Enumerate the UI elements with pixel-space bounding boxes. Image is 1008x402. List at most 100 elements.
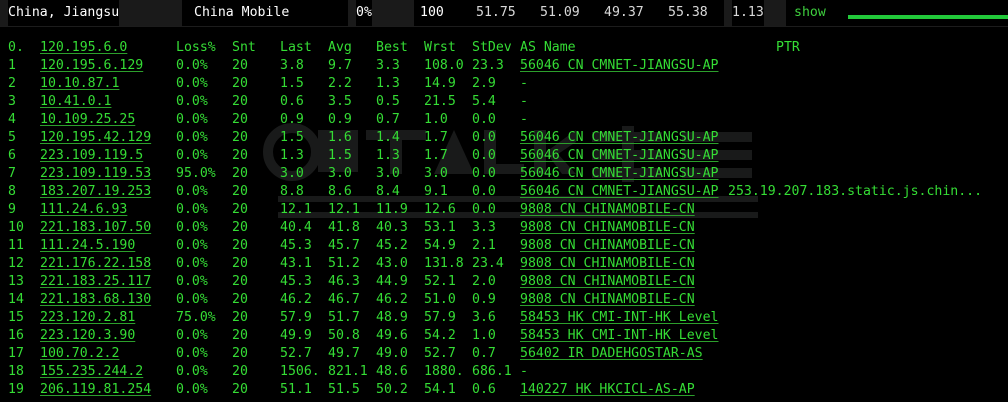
hop-host[interactable]: 155.235.244.2 (40, 363, 143, 381)
hop-wrst: 108.0 (424, 58, 464, 73)
hop-stdev: 0.9 (472, 292, 496, 307)
hop-ptr: 253.19.207.183.static.js.chin... (728, 184, 983, 199)
hop-host[interactable]: 221.183.25.117 (40, 273, 151, 291)
hop-index: 3 (8, 94, 16, 109)
hop-index: 17 (8, 346, 24, 361)
hop-host[interactable]: 100.70.2.2 (40, 345, 119, 363)
table-row: 13 221.183.25.117 0.0% 20 45.3 46.3 44.9 52.1 2.… (0, 273, 1008, 291)
hop-stdev: 3.3 (472, 220, 496, 235)
hop-avg: 9.7 (328, 58, 352, 73)
hop-as[interactable]: 9808 CN CHINAMOBILE-CN (520, 291, 695, 309)
worst-summary: 55.38 (668, 0, 708, 26)
summary-bar: China, Jiangsu China Mobile 0% 100 51.75… (0, 0, 1008, 26)
hop-as[interactable]: 56046 CN CMNET-JIANGSU-AP (520, 129, 719, 147)
stdev-summary: 1.13 (732, 0, 764, 26)
progress-bar (848, 15, 1008, 19)
location-label: China, Jiangsu (8, 0, 120, 26)
hop-snt: 20 (232, 148, 248, 163)
best-summary: 49.37 (604, 0, 644, 26)
hop-host[interactable]: 120.195.6.129 (40, 57, 143, 75)
hop-snt: 20 (232, 238, 248, 253)
hop-as[interactable]: 56402 IR DADEHGOSTAR-AS (520, 345, 703, 363)
hop-as[interactable]: 9808 CN CHINAMOBILE-CN (520, 237, 695, 255)
hop-last: 43.1 (280, 256, 312, 271)
hop-host[interactable]: 206.119.81.254 (40, 381, 151, 399)
hop-as[interactable]: 9808 CN CHINAMOBILE-CN (520, 201, 695, 219)
hop-snt: 20 (232, 166, 248, 181)
hop-stdev: 686.1 (472, 364, 512, 379)
hop-as[interactable]: 56046 CN CMNET-JIANGSU-AP (520, 183, 719, 201)
hop-avg: 12.1 (328, 202, 360, 217)
hop-host[interactable]: 10.41.0.1 (40, 93, 111, 111)
table-row: 6 223.109.119.5 0.0% 20 1.3 1.5 1.3 1.7 0.0 56046… (0, 147, 1008, 165)
hop-host[interactable]: 183.207.19.253 (40, 183, 151, 201)
hop-snt: 20 (232, 202, 248, 217)
hop-snt: 20 (232, 256, 248, 271)
hop-as[interactable]: 58453 HK CMI-INT-HK Level (520, 327, 719, 345)
hop-avg: 41.8 (328, 220, 360, 235)
hop-avg: 51.5 (328, 382, 360, 397)
hop-loss: 0.0% (176, 292, 208, 307)
hop-stdev: 2.0 (472, 274, 496, 289)
table-row: 10 221.183.107.50 0.0% 20 40.4 41.8 40.3 53.1 3.… (0, 219, 1008, 237)
hop-as[interactable]: 58453 HK CMI-INT-HK Level (520, 309, 719, 327)
show-link[interactable]: show (794, 0, 826, 26)
col-last-header: Last (280, 40, 312, 55)
hop-as[interactable]: 9808 CN CHINAMOBILE-CN (520, 255, 695, 273)
hop-host[interactable]: 223.109.119.5 (40, 147, 143, 165)
hop-host[interactable]: 221.183.107.50 (40, 219, 151, 237)
hop-as[interactable]: 56046 CN CMNET-JIANGSU-AP (520, 147, 719, 165)
column-header-row: 0. 120.195.6.0 Loss% Snt Last Avg Best W… (0, 39, 1008, 57)
hop-stdev: 3.6 (472, 310, 496, 325)
hop-loss: 0.0% (176, 112, 208, 127)
hop-stdev: 0.0 (472, 148, 496, 163)
hop-snt: 20 (232, 364, 248, 379)
divider (0, 26, 1008, 27)
col-host-header[interactable]: 120.195.6.0 (40, 39, 127, 57)
hop-as[interactable]: 56046 CN CMNET-JIANGSU-AP (520, 57, 719, 75)
table-row: 15 223.120.2.81 75.0% 20 57.9 51.7 48.9 57.9 3.6… (0, 309, 1008, 327)
hop-host[interactable]: 10.109.25.25 (40, 111, 135, 129)
hop-host[interactable]: 111.24.5.190 (40, 237, 135, 255)
hop-host[interactable]: 111.24.6.93 (40, 201, 127, 219)
hop-as[interactable]: 56046 CN CMNET-JIANGSU-AP (520, 165, 719, 183)
hop-wrst: 52.7 (424, 346, 456, 361)
hop-as[interactable]: 9808 CN CHINAMOBILE-CN (520, 219, 695, 237)
hop-wrst: 1.7 (424, 130, 448, 145)
hop-last: 51.1 (280, 382, 312, 397)
col-stdev-header: StDev (472, 40, 512, 55)
table-row: 3 10.41.0.1 0.0% 20 0.6 3.5 0.5 21.5 5.4 - (0, 93, 1008, 111)
hop-as[interactable]: 9808 CN CHINAMOBILE-CN (520, 273, 695, 291)
hop-best: 0.5 (376, 94, 400, 109)
hop-stdev: 2.1 (472, 238, 496, 253)
hop-wrst: 1.0 (424, 112, 448, 127)
hop-snt: 20 (232, 346, 248, 361)
hop-stdev: 23.4 (472, 256, 504, 271)
hop-host[interactable]: 120.195.42.129 (40, 129, 151, 147)
hop-best: 3.3 (376, 58, 400, 73)
hop-loss: 0.0% (176, 94, 208, 109)
hop-index: 4 (8, 112, 16, 127)
hop-host[interactable]: 223.120.3.90 (40, 327, 135, 345)
hop-wrst: 131.8 (424, 256, 464, 271)
hop-host[interactable]: 10.10.87.1 (40, 75, 119, 93)
hop-avg: 3.0 (328, 166, 352, 181)
hop-host[interactable]: 221.183.68.130 (40, 291, 151, 309)
hop-as[interactable]: 140227 HK HKCICL-AS-AP (520, 381, 695, 399)
hop-avg: 45.7 (328, 238, 360, 253)
hop-best: 43.0 (376, 256, 408, 271)
hop-as: - (520, 364, 528, 379)
col-loss-header: Loss% (176, 40, 216, 55)
hop-loss: 0.0% (176, 58, 208, 73)
hop-host[interactable]: 221.176.22.158 (40, 255, 151, 273)
hop-snt: 20 (232, 382, 248, 397)
hop-wrst: 21.5 (424, 94, 456, 109)
hop-snt: 20 (232, 274, 248, 289)
table-row: 16 223.120.3.90 0.0% 20 49.9 50.8 49.6 54.2 1.0 5… (0, 327, 1008, 345)
hop-wrst: 3.0 (424, 166, 448, 181)
hop-stdev: 1.0 (472, 328, 496, 343)
hop-host[interactable]: 223.120.2.81 (40, 309, 135, 327)
hop-loss: 0.0% (176, 328, 208, 343)
hop-host[interactable]: 223.109.119.53 (40, 165, 151, 183)
hop-best: 8.4 (376, 184, 400, 199)
